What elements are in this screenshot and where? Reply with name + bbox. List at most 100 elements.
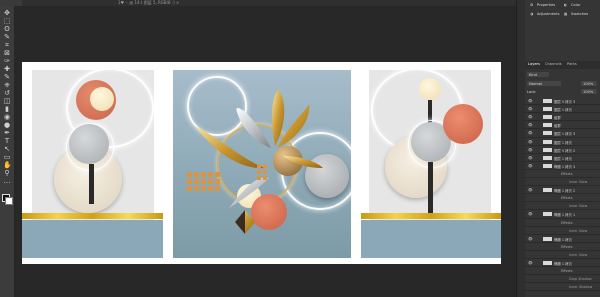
cream-circle (419, 78, 441, 100)
layer-name: 椭圆 1 拷贝 2 (554, 189, 576, 194)
visibility-eye-icon[interactable]: 👁 (528, 140, 533, 144)
brush-icon[interactable]: ✎ (3, 74, 11, 81)
layer-row[interactable]: 👁 椭圆 1 拷贝 1 (525, 211, 600, 219)
tab-layers[interactable]: Layers (528, 62, 540, 66)
layer-row[interactable]: 👁 图层 1 拷贝 (525, 155, 600, 162)
visibility-eye-icon[interactable]: 👁 (528, 261, 533, 265)
layer-row[interactable]: 👁 椭圆 1 拷贝 2 (525, 187, 600, 195)
visibility-eye-icon[interactable]: 👁 (528, 99, 533, 103)
layer-row[interactable]: Inner Glow (525, 228, 600, 235)
layer-name: Inner Glow (569, 228, 588, 233)
blue-band-right (361, 220, 501, 258)
properties-label[interactable]: Properties (537, 3, 555, 7)
layer-row[interactable]: Inner Glow (525, 179, 600, 187)
dodge-icon[interactable]: ● (3, 122, 11, 129)
layer-row[interactable]: Inner Glow (525, 252, 600, 260)
tab-channels[interactable]: Channels (545, 62, 562, 66)
layer-name: 图层 1 拷贝 (554, 156, 572, 161)
visibility-eye-icon[interactable]: 👁 (528, 164, 533, 168)
layer-row[interactable]: Drop Shadow (525, 276, 600, 284)
artboard[interactable] (22, 62, 501, 264)
layer-row[interactable]: 👁 图层 5 拷贝 2 (525, 147, 600, 154)
tools-panel: ✥ ⬚ ʘ ✎ ⌗ ⊠ ✑ ✚ ✎ ⎈ ↺ ◫ ▮ ◉ ● ✒ T ↖ ▭ ✋ ⚲… (0, 6, 15, 297)
layer-row[interactable]: Inner Glow (525, 203, 600, 211)
adjustments-icon[interactable]: ◑ (530, 12, 533, 16)
panel-center (173, 70, 351, 258)
healing-icon[interactable]: ✚ (3, 66, 11, 73)
path-select-icon[interactable]: ↖ (3, 146, 11, 153)
eraser-icon[interactable]: ◫ (3, 98, 11, 105)
swatches-label[interactable]: Swatches (571, 12, 588, 16)
hand-icon[interactable]: ✋ (3, 162, 12, 169)
visibility-eye-icon[interactable]: 👁 (528, 237, 533, 241)
layer-name: Inner Glow (569, 204, 588, 209)
layer-thumbnail (543, 147, 552, 152)
visibility-eye-icon[interactable]: 👁 (528, 131, 533, 135)
layer-row[interactable]: 👁 组群 (525, 114, 600, 122)
frame-icon[interactable]: ⊠ (3, 50, 11, 57)
blend-mode-select[interactable]: Normal (527, 81, 561, 86)
pen-icon[interactable]: ✒ (3, 130, 11, 137)
move-icon[interactable]: ✥ (3, 10, 11, 17)
terracotta-circle (443, 104, 483, 144)
visibility-eye-icon[interactable]: 👁 (528, 212, 533, 216)
stamp-icon[interactable]: ⎈ (3, 82, 11, 89)
layer-row[interactable]: Effects (525, 268, 600, 276)
color-label[interactable]: Color (571, 3, 580, 7)
layer-row[interactable]: 👁 图层 5 拷贝 3 (525, 98, 600, 106)
layer-row[interactable]: Effects (525, 171, 600, 179)
layer-row[interactable]: 👁 组群 (525, 122, 600, 130)
marquee-icon[interactable]: ⬚ (3, 18, 11, 25)
layer-row[interactable]: 👁 图层 1 拷贝 3 (525, 130, 600, 138)
visibility-eye-icon[interactable]: 👁 (528, 148, 533, 152)
background-color-swatch[interactable] (5, 197, 13, 205)
visibility-eye-icon[interactable]: 👁 (528, 156, 533, 160)
kind-filter[interactable]: Kind (527, 72, 549, 77)
properties-icon[interactable]: ⚙ (530, 3, 533, 7)
shape-icon[interactable]: ▭ (3, 154, 11, 161)
lasso-icon[interactable]: ʘ (3, 26, 11, 33)
blend-mode-value: Normal (529, 81, 543, 86)
visibility-eye-icon[interactable]: 👁 (528, 188, 533, 192)
panel-icon-column (517, 0, 525, 297)
tab-paths[interactable]: Paths (567, 62, 577, 66)
fill-field[interactable]: 100% (581, 89, 597, 94)
opacity-field[interactable]: 100% (581, 81, 597, 86)
adjustments-label[interactable]: Adjustments (537, 12, 560, 16)
visibility-eye-icon[interactable]: 👁 (528, 107, 533, 111)
visibility-eye-icon[interactable]: 👁 (528, 123, 533, 127)
layer-row[interactable]: 👁 图层 1 拷贝 (525, 139, 600, 146)
layer-thumbnail (543, 155, 552, 160)
silver-fern (229, 177, 269, 208)
layer-thumbnail (543, 139, 552, 144)
quick-select-icon[interactable]: ✎ (3, 34, 11, 41)
silver-leaf-1 (236, 108, 271, 148)
layer-row[interactable]: Effects (525, 244, 600, 251)
zoom-icon[interactable]: ⚲ (3, 170, 11, 177)
gold-leaf-1 (272, 90, 285, 146)
layer-name: 组群 (554, 116, 561, 121)
layer-name: Effects (561, 244, 573, 249)
crop-icon[interactable]: ⌗ (3, 42, 11, 49)
layer-thumbnail (543, 163, 552, 168)
layer-thumbnail (543, 123, 552, 128)
color-icon[interactable]: ◐ (564, 3, 567, 7)
layer-name: Effects (561, 269, 573, 274)
swatches-icon[interactable]: ▦ (564, 12, 567, 16)
more-icon[interactable]: … (3, 178, 11, 185)
layer-row[interactable]: 👁 图层 1 拷贝 (525, 106, 600, 114)
gradient-icon[interactable]: ▮ (3, 106, 11, 113)
visibility-eye-icon[interactable]: 👁 (528, 115, 533, 119)
right-panel: ⚙ Properties ◐ Color ◑ Adjustments ▦ Swa… (516, 0, 600, 297)
blur-icon[interactable]: ◉ (3, 114, 11, 121)
history-brush-icon[interactable]: ↺ (3, 90, 11, 97)
eyedropper-icon[interactable]: ✑ (3, 58, 11, 65)
layer-row[interactable]: 👁 椭圆 1 拷贝 3 (525, 163, 600, 170)
layer-row[interactable]: 👁 椭圆 1 拷贝 (525, 236, 600, 243)
layer-row[interactable]: 👁 椭圆 1 拷贝 (525, 260, 600, 268)
layer-row[interactable]: Effects (525, 195, 600, 203)
layer-row[interactable]: Inner Shadow (525, 284, 600, 292)
diamond-shade (235, 210, 245, 234)
layer-row[interactable]: Effects (525, 220, 600, 227)
type-icon[interactable]: T (3, 138, 11, 145)
